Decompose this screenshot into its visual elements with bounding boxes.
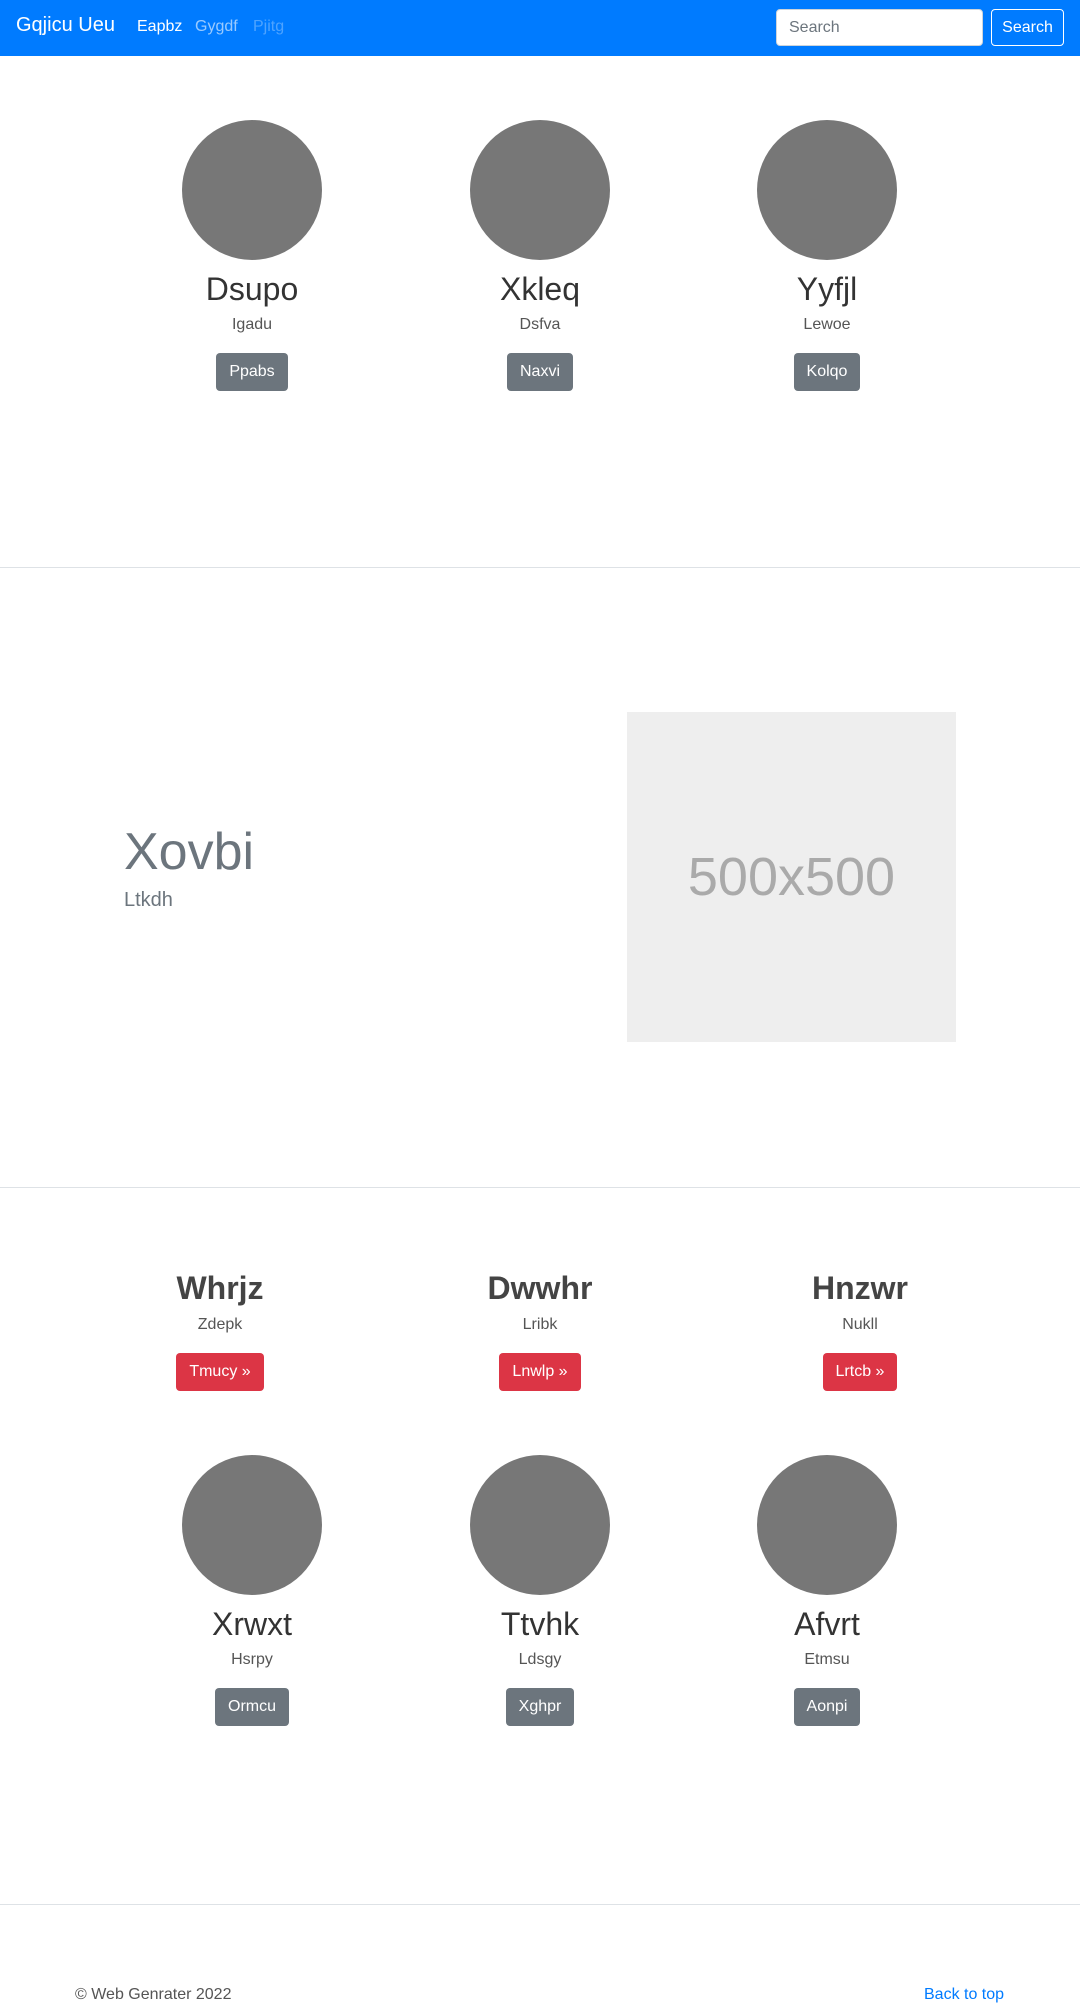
profile-subtitle: Ldsgy: [518, 1651, 562, 1668]
placeholder-image-label: 500x500: [687, 847, 896, 907]
profile-card: Xkleq Dsfva Naxvi: [390, 120, 690, 391]
profile-name: Xkleq: [499, 271, 581, 307]
profile-name: Afvrt: [794, 1606, 860, 1642]
profile-card: Dsupo Igadu Ppabs: [102, 120, 402, 391]
profile-card: Yyfjl Lewoe Kolqo: [677, 120, 977, 391]
avatar: [182, 120, 322, 260]
profile-button[interactable]: Ppabs: [216, 353, 288, 391]
marketing-column: Whrjz Zdepk Tmucy »: [70, 1269, 370, 1391]
column-text: Lribk: [522, 1316, 558, 1333]
column-text: Nukll: [842, 1316, 878, 1333]
profile-name: Dsupo: [205, 271, 299, 307]
profile-subtitle: Hsrpy: [231, 1651, 273, 1668]
section-divider: [0, 567, 1080, 568]
profile-subtitle: Etmsu: [804, 1651, 850, 1668]
navbar: Gqjicu Ueu Eapbz Gygdf Pjitg Search: [0, 0, 1080, 56]
profile-button[interactable]: Naxvi: [506, 353, 573, 391]
section-divider: [0, 1187, 1080, 1188]
search-input[interactable]: [776, 9, 983, 46]
column-text: Zdepk: [197, 1316, 243, 1333]
column-button[interactable]: Lrtcb »: [822, 1353, 898, 1391]
avatar: [757, 1455, 897, 1595]
section-divider: [0, 1904, 1080, 1905]
back-to-top-link[interactable]: Back to top: [924, 1986, 1004, 2004]
column-button[interactable]: Tmucy »: [176, 1353, 264, 1391]
profile-name: Yyfjl: [796, 271, 858, 307]
profile-subtitle: Dsfva: [519, 316, 561, 333]
profile-button[interactable]: Kolqo: [793, 353, 861, 391]
profile-name: Ttvhk: [500, 1606, 580, 1642]
avatar: [470, 120, 610, 260]
marketing-column: Hnzwr Nukll Lrtcb »: [710, 1269, 1010, 1391]
profile-name: Xrwxt: [212, 1606, 292, 1642]
column-heading: Whrjz: [176, 1270, 264, 1306]
brand-link[interactable]: Gqjicu Ueu: [16, 14, 115, 37]
featurette-heading: Xovbi: [124, 823, 255, 881]
avatar: [757, 120, 897, 260]
profile-card: Ttvhk Ldsgy Xghpr: [390, 1455, 690, 1726]
column-heading: Dwwhr: [487, 1270, 593, 1306]
search-button[interactable]: Search: [991, 9, 1064, 46]
profile-button[interactable]: Aonpi: [793, 1688, 861, 1726]
avatar: [470, 1455, 610, 1595]
profile-subtitle: Igadu: [231, 316, 273, 333]
profile-button[interactable]: Ormcu: [215, 1688, 289, 1726]
nav-link-eapbz[interactable]: Eapbz: [137, 18, 182, 36]
nav-link-pjitg: Pjitg: [253, 18, 285, 35]
column-button[interactable]: Lnwlp »: [499, 1353, 581, 1391]
profile-card: Xrwxt Hsrpy Ormcu: [102, 1455, 402, 1726]
marketing-column: Dwwhr Lribk Lnwlp »: [390, 1269, 690, 1391]
profile-card: Afvrt Etmsu Aonpi: [677, 1455, 977, 1726]
footer-copyright: © Web Genrater 2022: [75, 1986, 232, 2003]
profile-subtitle: Lewoe: [803, 316, 851, 333]
nav-link-gygdf[interactable]: Gygdf: [195, 18, 238, 36]
avatar: [182, 1455, 322, 1595]
featurette-subheading: Ltkdh: [124, 889, 173, 911]
column-heading: Hnzwr: [812, 1270, 908, 1306]
profile-button[interactable]: Xghpr: [505, 1688, 575, 1726]
placeholder-image: 500x500: [627, 712, 956, 1042]
